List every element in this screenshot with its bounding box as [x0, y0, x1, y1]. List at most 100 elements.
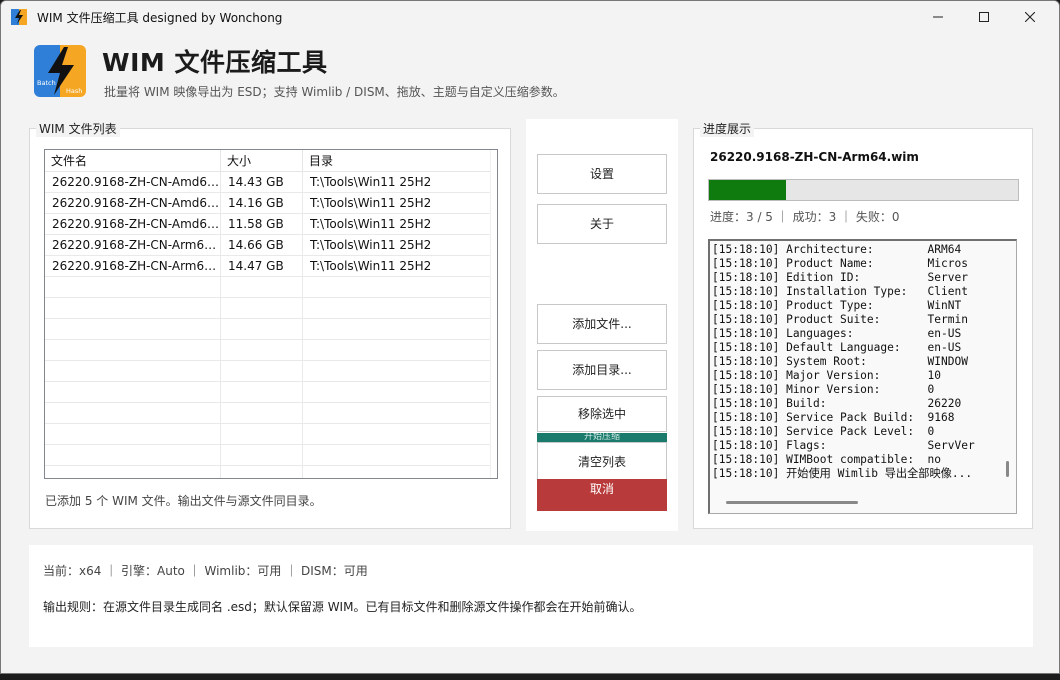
add-directory-button[interactable]: 添加目录...: [537, 350, 667, 390]
cell-filename: [45, 403, 221, 423]
log-lines: [15:18:10] Architecture: ARM64 [15:18:10]…: [712, 243, 1002, 481]
about-button[interactable]: 关于: [537, 204, 667, 244]
close-icon: [1025, 12, 1035, 22]
remove-selected-button[interactable]: 移除选中: [537, 396, 667, 432]
cell-size: [221, 445, 303, 465]
column-header-name[interactable]: 文件名: [45, 150, 221, 172]
cell-size: [221, 319, 303, 339]
app-title: WIM 文件压缩工具: [102, 48, 328, 77]
cell-size: [221, 277, 303, 297]
cell-directory: [303, 466, 491, 478]
log-line: [15:18:10] Product Suite: Termin: [712, 313, 968, 326]
output-rule-text: 输出规则：在源文件目录生成同名 .esd；默认保留源 WIM。已有目标文件和删除…: [43, 600, 642, 614]
app-logo: Batch Hash: [34, 45, 86, 97]
cell-directory: [303, 382, 491, 402]
table-scrollbar[interactable]: [490, 150, 497, 478]
log-output[interactable]: [15:18:10] Architecture: ARM64 [15:18:10]…: [708, 239, 1017, 514]
cell-size: [221, 466, 303, 478]
cell-filename: 26220.9168-ZH-CN-Arm64....: [45, 235, 221, 255]
empty-table-row: [45, 319, 491, 340]
settings-button[interactable]: 设置: [537, 154, 667, 194]
current-file-label: 26220.9168-ZH-CN-Arm64.wim: [710, 150, 919, 164]
cell-size: 11.58 GB: [221, 214, 303, 234]
cell-filename: 26220.9168-ZH-CN-Amd64....: [45, 172, 221, 192]
cell-size: [221, 340, 303, 360]
file-list-status: 已添加 5 个 WIM 文件。输出文件与源文件同目录。: [45, 494, 322, 508]
cell-directory: [303, 298, 491, 318]
log-line: [15:18:10] Product Name: Micros: [712, 257, 968, 270]
log-horizontal-scrollbar[interactable]: [726, 501, 858, 504]
column-header-size[interactable]: 大小: [221, 150, 303, 172]
log-line: [15:18:10] Flags: ServVer: [712, 439, 975, 452]
minimize-button[interactable]: [915, 1, 961, 33]
cell-filename: [45, 298, 221, 318]
cell-directory: [303, 361, 491, 381]
cell-filename: [45, 319, 221, 339]
maximize-button[interactable]: [961, 1, 1007, 33]
table-row[interactable]: 26220.9168-ZH-CN-Arm64.... 14.47 GB T:\Too…: [45, 256, 491, 277]
empty-table-row: [45, 382, 491, 403]
cancel-button[interactable]: 取消: [537, 479, 667, 511]
clear-list-button[interactable]: 清空列表: [537, 442, 667, 480]
empty-table-row: [45, 424, 491, 445]
cell-filename: [45, 424, 221, 444]
progress-stats: 进度：3 / 5 ｜ 成功：3 ｜ 失败：0: [710, 210, 900, 224]
log-line: [15:18:10] Service Pack Level: 0: [712, 425, 935, 438]
log-line: [15:18:10] 开始使用 Wimlib 导出全部映像...: [712, 467, 973, 480]
empty-table-row: [45, 298, 491, 319]
cell-filename: [45, 445, 221, 465]
log-line: [15:18:10] Service Pack Build: 9168: [712, 411, 955, 424]
cell-filename: [45, 466, 221, 478]
log-vertical-scrollbar[interactable]: [1006, 461, 1009, 477]
table-row[interactable]: 26220.9168-ZH-CN-Amd64.... 14.43 GB T:\Too…: [45, 172, 491, 193]
close-button[interactable]: [1007, 1, 1053, 33]
app-header: Batch Hash WIM 文件压缩工具 批量将 WIM 映像导出为 ESD；…: [1, 33, 1059, 113]
cell-directory: T:\Tools\Win11 25H2: [303, 193, 491, 213]
cell-size: 14.43 GB: [221, 172, 303, 192]
cell-directory: T:\Tools\Win11 25H2: [303, 256, 491, 276]
log-line: [15:18:10] System Root: WINDOW: [712, 355, 968, 368]
cell-directory: [303, 319, 491, 339]
svg-text:Hash: Hash: [66, 87, 82, 95]
action-buttons-panel: 设置 关于 添加文件... 添加目录... 移除选中 开始压缩 清空列表 取消: [526, 119, 678, 531]
title-bar[interactable]: WIM 文件压缩工具 designed by Wonchong: [1, 1, 1059, 33]
log-line: [15:18:10] Minor Version: 0: [712, 383, 935, 396]
file-list-legend: WIM 文件列表: [36, 120, 120, 137]
cell-directory: [303, 424, 491, 444]
progress-legend: 进度展示: [700, 120, 755, 137]
log-line: [15:18:10] Languages: en-US: [712, 327, 962, 340]
cell-size: [221, 361, 303, 381]
empty-table-row: [45, 466, 491, 478]
table-row[interactable]: 26220.9168-ZH-CN-Amd64.... 11.58 GB T:\Too…: [45, 214, 491, 235]
cell-directory: T:\Tools\Win11 25H2: [303, 172, 491, 192]
add-files-button[interactable]: 添加文件...: [537, 304, 667, 344]
cell-filename: [45, 340, 221, 360]
empty-table-row: [45, 277, 491, 298]
cell-filename: [45, 382, 221, 402]
log-line: [15:18:10] Major Version: 10: [712, 369, 942, 382]
log-line: [15:18:10] Architecture: ARM64: [712, 243, 962, 256]
empty-table-row: [45, 361, 491, 382]
table-row[interactable]: 26220.9168-ZH-CN-Arm64.... 14.66 GB T:\Too…: [45, 235, 491, 256]
progress-bar: [708, 179, 1019, 201]
file-table[interactable]: 文件名 大小 目录 26220.9168-ZH-CN-Amd64.... 14.4…: [44, 149, 498, 479]
cell-size: 14.16 GB: [221, 193, 303, 213]
cell-directory: [303, 340, 491, 360]
log-line: [15:18:10] WIMBoot compatible: no: [712, 453, 942, 466]
cell-directory: [303, 403, 491, 423]
table-row[interactable]: 26220.9168-ZH-CN-Amd64.... 14.16 GB T:\Too…: [45, 193, 491, 214]
cell-size: 14.47 GB: [221, 256, 303, 276]
log-line: [15:18:10] Edition ID: Server: [712, 271, 968, 284]
empty-table-row: [45, 445, 491, 466]
start-compress-button[interactable]: 开始压缩: [537, 433, 667, 442]
log-line: [15:18:10] Build: 26220: [712, 397, 962, 410]
file-list-group: WIM 文件列表 文件名 大小 目录 26220.9168-ZH-CN-Amd6…: [29, 120, 511, 529]
cell-size: [221, 424, 303, 444]
empty-table-row: [45, 340, 491, 361]
cell-size: [221, 382, 303, 402]
environment-status: 当前：x64 ｜ 引擎：Auto ｜ Wimlib：可用 ｜ DISM：可用: [43, 564, 368, 578]
progress-bar-fill: [709, 180, 787, 200]
column-header-dir[interactable]: 目录: [303, 150, 491, 172]
cell-size: 14.66 GB: [221, 235, 303, 255]
table-header: 文件名 大小 目录: [45, 150, 491, 172]
